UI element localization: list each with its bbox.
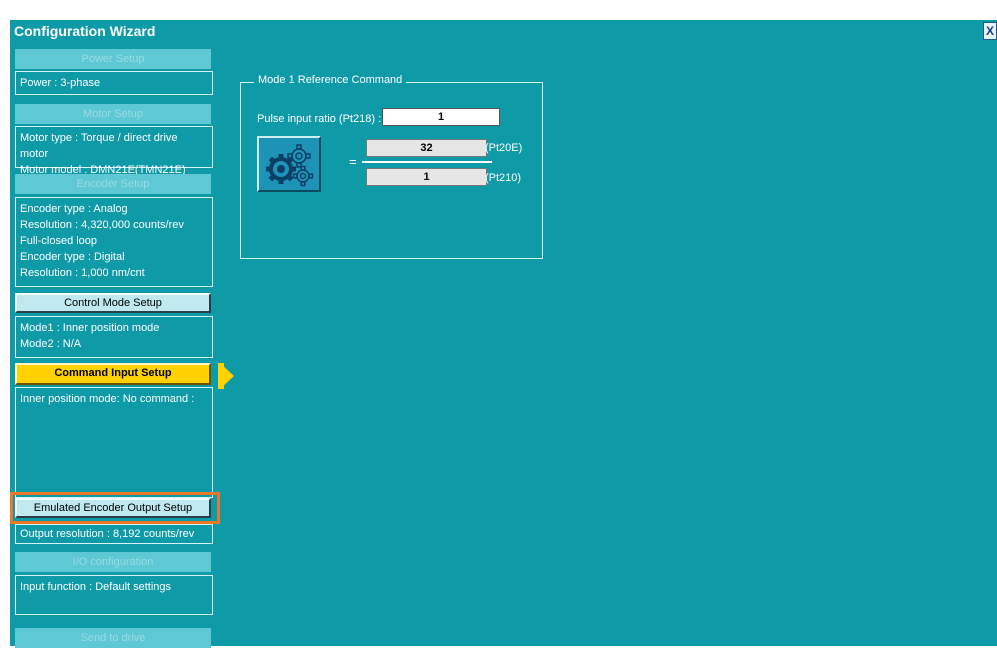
summary-line: Full-closed loop: [20, 235, 98, 247]
power-setup-button: Power Setup: [15, 49, 211, 69]
equals-sign: =: [349, 154, 357, 169]
io-configuration-button: I/O configuration: [15, 552, 211, 572]
gear-ratio-button[interactable]: [257, 136, 321, 192]
configuration-wizard-window: Configuration Wizard X Power Setup Power…: [10, 20, 997, 648]
summary-line: Input function : Default settings: [20, 581, 172, 593]
encoder-setup-button: Encoder Setup: [15, 174, 211, 194]
power-setup-summary: Power : 3-phase: [15, 71, 213, 95]
pulse-input-ratio-field[interactable]: 1: [382, 108, 500, 126]
close-button[interactable]: X: [983, 22, 997, 40]
denominator-param-label: (Pt210): [485, 172, 522, 184]
io-configuration-summary: Input function : Default settings: [15, 575, 213, 615]
gears-icon: [266, 144, 314, 187]
control-mode-summary: Mode1 : Inner position mode Mode2 : N/A: [15, 316, 213, 358]
summary-line: Resolution : 1,000 nm/cnt: [20, 267, 145, 279]
motor-setup-summary: Motor type : Torque / direct drive motor…: [15, 126, 213, 176]
control-mode-setup-button[interactable]: Control Mode Setup: [15, 293, 211, 313]
command-input-setup-button[interactable]: Command Input Setup: [15, 363, 211, 385]
summary-line: Resolution : 4,320,000 counts/rev: [20, 219, 184, 231]
command-input-summary: Inner position mode: No command :: [15, 387, 213, 498]
summary-line: Inner position mode: No command :: [20, 393, 195, 405]
summary-line: Encoder type : Analog: [20, 203, 128, 215]
pulse-input-ratio-label: Pulse input ratio (Pt218) :: [257, 113, 382, 125]
send-to-drive-button: Send to drive: [15, 628, 211, 648]
summary-line: Mode2 : N/A: [20, 338, 82, 350]
highlight-box: [10, 492, 220, 524]
summary-line: Power : 3-phase: [20, 77, 101, 89]
group-title: Mode 1 Reference Command: [254, 74, 407, 86]
fraction-line: [362, 161, 492, 163]
encoder-setup-summary: Encoder type : Analog Resolution : 4,320…: [15, 197, 213, 287]
motor-setup-button: Motor Setup: [15, 104, 211, 124]
summary-line: Output resolution : 8,192 counts/rev: [20, 528, 195, 540]
active-step-arrow-icon: [220, 363, 234, 389]
summary-line: Mode1 : Inner position mode: [20, 322, 160, 334]
window-title: Configuration Wizard: [14, 23, 156, 39]
summary-line: Motor type : Torque / direct drive motor: [20, 132, 178, 160]
numerator-param-label: (Pt20E): [485, 142, 523, 154]
denominator-field[interactable]: 1: [366, 168, 487, 186]
numerator-field[interactable]: 32: [366, 139, 487, 157]
summary-line: Encoder type : Digital: [20, 251, 125, 263]
emulated-encoder-summary: Output resolution : 8,192 counts/rev: [15, 524, 213, 544]
